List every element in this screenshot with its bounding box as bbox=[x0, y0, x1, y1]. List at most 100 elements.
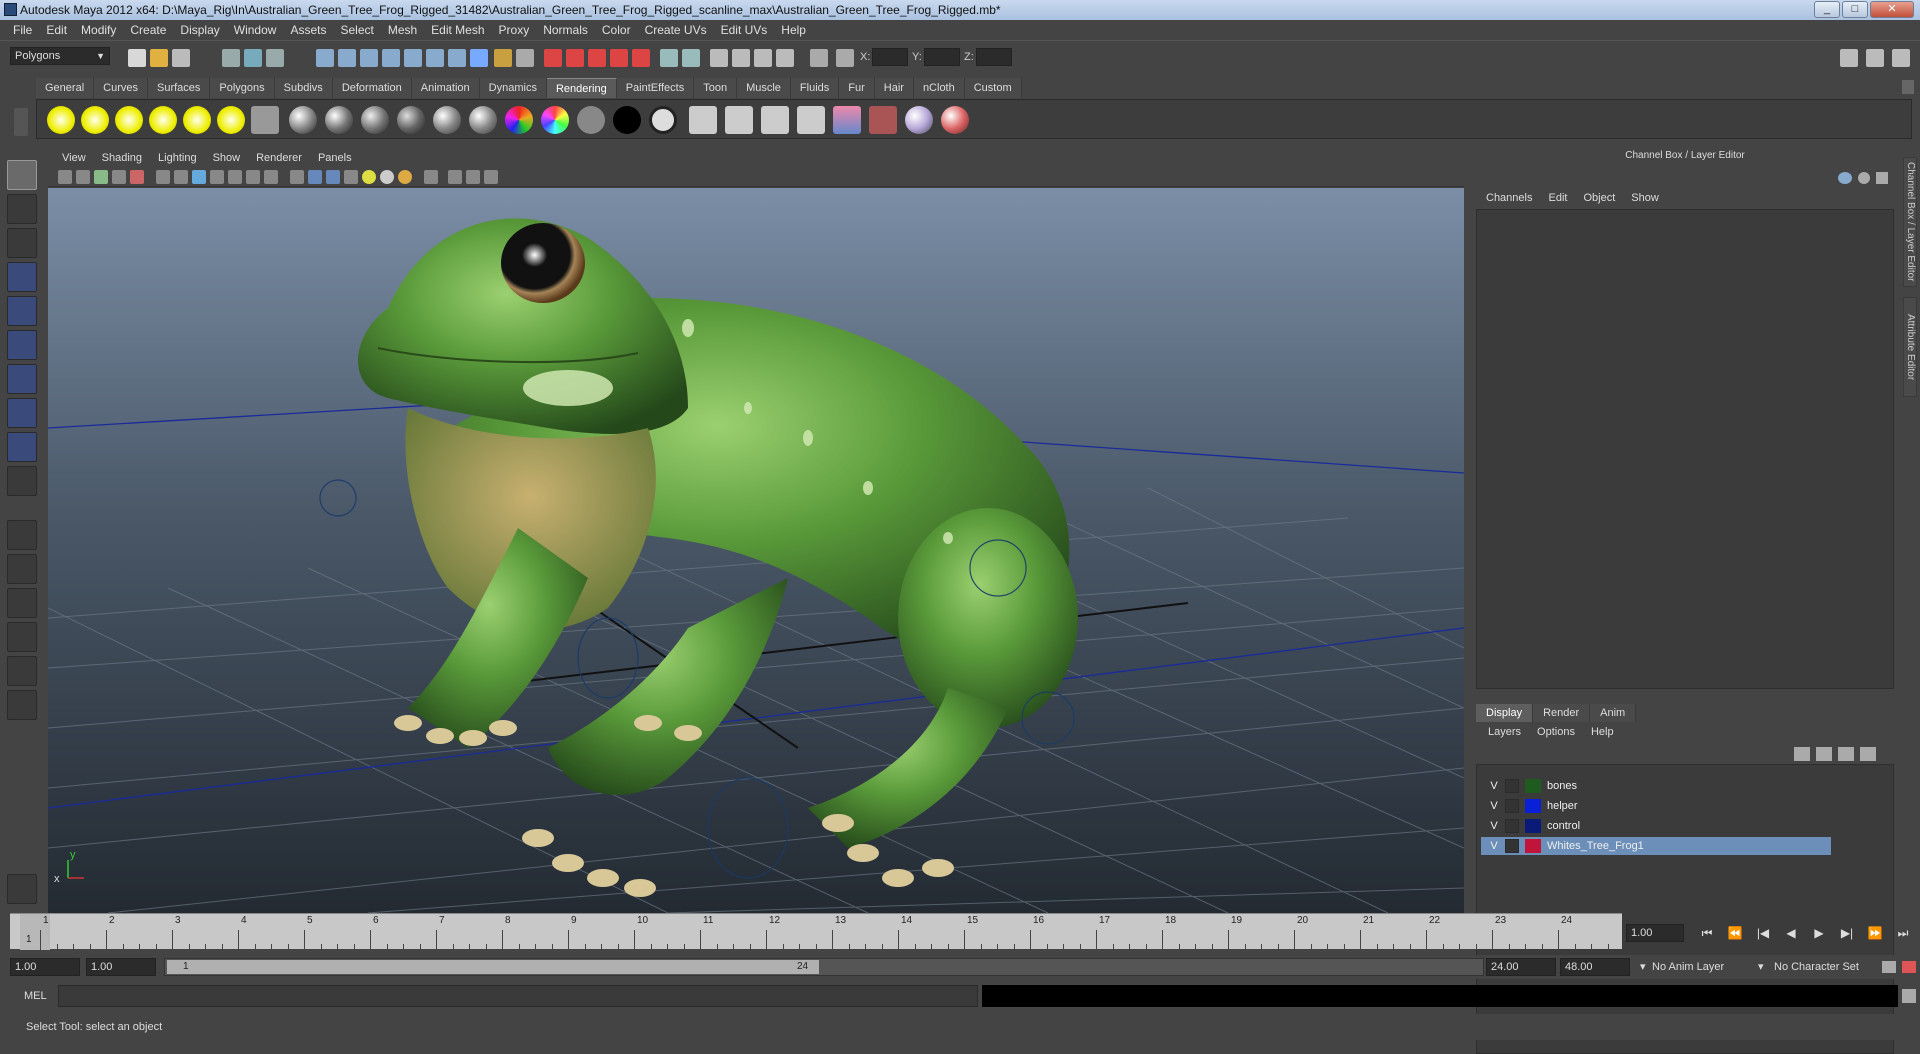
select-object-icon[interactable] bbox=[244, 49, 262, 67]
input-line-icon[interactable] bbox=[660, 49, 678, 67]
shelf-tab-polygons[interactable]: Polygons bbox=[210, 78, 275, 98]
ipr-icon[interactable] bbox=[725, 106, 753, 134]
single-perspective-layout-icon[interactable] bbox=[7, 520, 37, 550]
shelf-tab-curves[interactable]: Curves bbox=[94, 78, 148, 98]
help-icon[interactable] bbox=[470, 49, 488, 67]
viewport-menu-shading[interactable]: Shading bbox=[94, 152, 150, 164]
pin-icon[interactable] bbox=[1876, 172, 1888, 184]
select-component-icon[interactable] bbox=[266, 49, 284, 67]
shelf-tab-ncloth[interactable]: nCloth bbox=[913, 78, 965, 98]
safe-title-icon[interactable] bbox=[264, 170, 278, 184]
shelf-tab-general[interactable]: General bbox=[36, 78, 95, 98]
directional-light-icon[interactable] bbox=[81, 106, 109, 134]
menu-set-select[interactable]: Polygons ▼ bbox=[10, 47, 110, 65]
bookmarks-icon[interactable] bbox=[94, 170, 108, 184]
help-menu[interactable]: Help bbox=[1583, 723, 1622, 741]
layer-color-swatch[interactable] bbox=[1525, 839, 1541, 853]
menu-normals[interactable]: Normals bbox=[536, 20, 595, 40]
shelf-menu-icon[interactable] bbox=[14, 108, 28, 136]
time-slider[interactable]: 1 1 2 3 4 5 6 7 8 9 10 11 12 13 14 15 16 17 18 19 20 21 22 23 2… bbox=[10, 913, 1622, 950]
layer-row[interactable]: V Whites_Tree_Frog1 bbox=[1481, 837, 1831, 855]
menu-select[interactable]: Select bbox=[333, 20, 380, 40]
hypershade-shelf-icon[interactable] bbox=[833, 106, 861, 134]
maximize-button[interactable]: □ bbox=[1842, 1, 1868, 18]
menu-window[interactable]: Window bbox=[227, 20, 284, 40]
render-icon[interactable] bbox=[689, 106, 717, 134]
snap-view-plane-icon[interactable] bbox=[382, 49, 400, 67]
viewport-menu-show[interactable]: Show bbox=[205, 152, 249, 164]
history-icon[interactable] bbox=[426, 49, 444, 67]
wireframe-icon[interactable] bbox=[290, 170, 304, 184]
menu-modify[interactable]: Modify bbox=[74, 20, 123, 40]
render-region-icon[interactable] bbox=[797, 106, 825, 134]
absolute-transform-icon[interactable] bbox=[836, 49, 854, 67]
anisotropic-material-icon[interactable] bbox=[289, 106, 317, 134]
play-forward-icon[interactable]: ▶ bbox=[1810, 925, 1828, 941]
wireframe-on-shaded-icon[interactable] bbox=[326, 170, 340, 184]
lasso-tool-icon[interactable] bbox=[7, 194, 37, 224]
transform-mode-icon[interactable] bbox=[810, 49, 828, 67]
graph-editor-layout-icon[interactable] bbox=[7, 622, 37, 652]
select-camera-icon[interactable] bbox=[58, 170, 72, 184]
menu-edit-uvs[interactable]: Edit UVs bbox=[714, 20, 775, 40]
snap-point-icon[interactable] bbox=[360, 49, 378, 67]
shelf-tab-toon[interactable]: Toon bbox=[694, 78, 738, 98]
edit-menu[interactable]: Edit bbox=[1540, 189, 1575, 207]
visibility-toggle[interactable]: V bbox=[1487, 817, 1501, 835]
menu-mesh[interactable]: Mesh bbox=[381, 20, 424, 40]
options-menu[interactable]: Options bbox=[1529, 723, 1583, 741]
playback-toggle[interactable] bbox=[1505, 839, 1519, 853]
make-live-icon[interactable] bbox=[404, 49, 422, 67]
snap-curve-icon[interactable] bbox=[338, 49, 356, 67]
step-forward-frame-icon[interactable]: ▶| bbox=[1838, 925, 1856, 941]
layer-tab-anim[interactable]: Anim bbox=[1590, 704, 1637, 722]
layers-menu[interactable]: Layers bbox=[1480, 723, 1529, 741]
visibility-toggle[interactable]: V bbox=[1487, 837, 1501, 855]
attribute-editor-toggle-icon[interactable] bbox=[710, 49, 728, 67]
settings-gear-icon[interactable] bbox=[7, 874, 37, 904]
anim-layer-chevron-icon[interactable]: ▾ bbox=[1640, 958, 1646, 976]
image-plane-icon[interactable] bbox=[112, 170, 126, 184]
layer-row[interactable]: V helper bbox=[1481, 797, 1831, 815]
use-all-lights-icon[interactable] bbox=[362, 170, 376, 184]
step-back-frame-icon[interactable]: |◀ bbox=[1754, 925, 1772, 941]
shelf-options-icon[interactable] bbox=[1902, 80, 1914, 94]
batch-render-icon[interactable] bbox=[761, 106, 789, 134]
blinn-material-icon[interactable] bbox=[325, 106, 353, 134]
perspective-viewport[interactable]: y x bbox=[48, 188, 1464, 913]
phong-material-icon[interactable] bbox=[397, 106, 425, 134]
current-frame-field[interactable]: 1.00 bbox=[1626, 924, 1684, 942]
script-editor-icon[interactable] bbox=[1902, 989, 1916, 1003]
open-scene-icon[interactable] bbox=[150, 49, 168, 67]
hypershade-layout-icon[interactable] bbox=[7, 656, 37, 686]
selection-mask-icon[interactable] bbox=[516, 49, 534, 67]
new-layer-selected-icon[interactable] bbox=[1860, 747, 1876, 761]
render-view-icon[interactable] bbox=[544, 49, 562, 67]
xray-joints-icon[interactable] bbox=[466, 170, 480, 184]
minimize-button[interactable]: _ bbox=[1814, 1, 1840, 18]
shelf-tab-fur[interactable]: Fur bbox=[839, 78, 875, 98]
menu-help[interactable]: Help bbox=[774, 20, 813, 40]
ramp-material-icon[interactable] bbox=[469, 106, 497, 134]
snap-grid-icon[interactable] bbox=[316, 49, 334, 67]
layer-color-swatch[interactable] bbox=[1525, 799, 1541, 813]
menu-create-uvs[interactable]: Create UVs bbox=[638, 20, 714, 40]
volume-light-icon[interactable] bbox=[217, 106, 245, 134]
select-hierarchy-icon[interactable] bbox=[222, 49, 240, 67]
xray-components-icon[interactable] bbox=[484, 170, 498, 184]
panel-layout-icon[interactable] bbox=[1866, 49, 1884, 67]
sidebar-toggle-icon[interactable] bbox=[682, 49, 700, 67]
render-settings-icon[interactable] bbox=[610, 49, 628, 67]
animation-start-field[interactable]: 1.00 bbox=[10, 958, 80, 976]
gate-mask-icon[interactable] bbox=[210, 170, 224, 184]
soft-modification-icon[interactable] bbox=[7, 398, 37, 428]
go-to-end-icon[interactable]: ⏭ bbox=[1894, 925, 1912, 941]
shelf-tab-deformation[interactable]: Deformation bbox=[332, 78, 412, 98]
character-set-select[interactable]: No Character Set bbox=[1774, 958, 1859, 976]
area-light-icon[interactable] bbox=[183, 106, 211, 134]
dope-sheet-layout-icon[interactable] bbox=[7, 690, 37, 720]
layout-icon[interactable] bbox=[1840, 49, 1858, 67]
show-manipulator-icon[interactable] bbox=[7, 432, 37, 462]
playback-end-field[interactable]: 24.00 bbox=[1486, 958, 1556, 976]
isolate-select-icon[interactable] bbox=[424, 170, 438, 184]
